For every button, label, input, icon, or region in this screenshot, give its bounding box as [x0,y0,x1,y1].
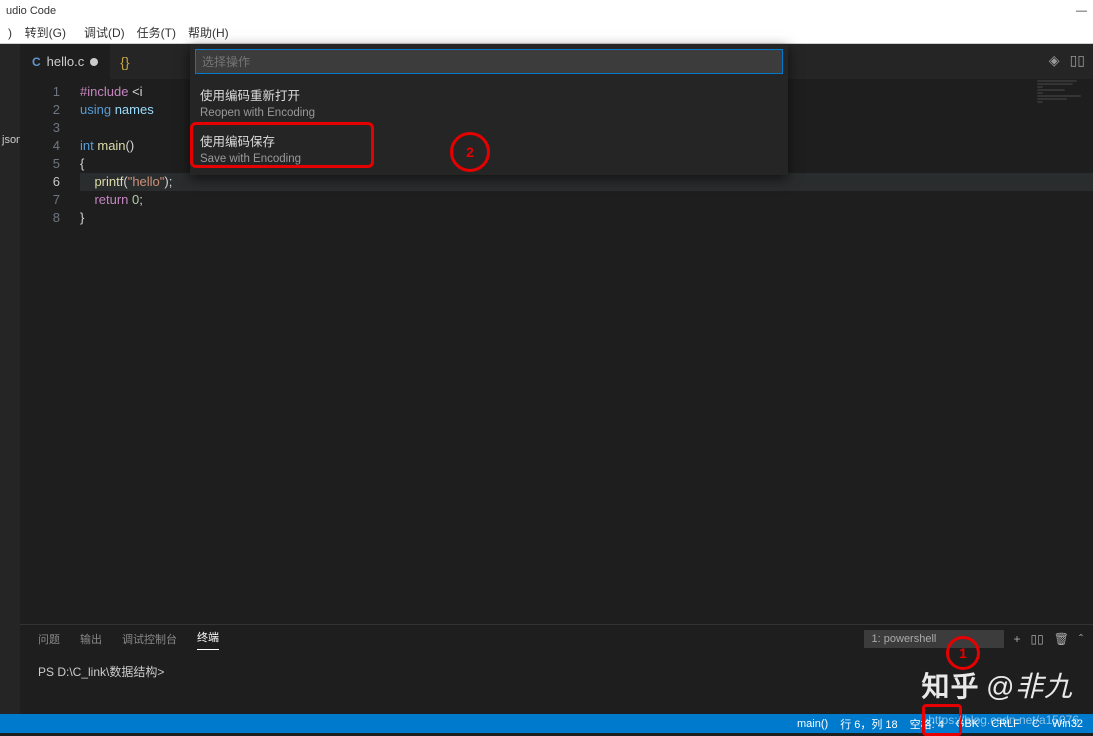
tab-hello-c[interactable]: C hello.c [20,44,110,79]
dirty-indicator-icon [90,58,98,66]
panel-tabs: 问题 输出 调试控制台 终端 1: powershell + ▯▯ 🗑 ˆ [20,625,1093,653]
palette-item-title: 使用编码重新打开 [200,89,778,104]
chevron-up-icon[interactable]: ˆ [1079,632,1083,646]
annotation-circle-1: 1 [946,636,980,670]
window-titlebar: udio Code — [0,0,1093,22]
split-terminal-icon[interactable]: ▯▯ [1031,632,1044,646]
new-terminal-icon[interactable]: + [1014,632,1021,646]
panel-tab-terminal[interactable]: 终端 [197,629,219,650]
menu-help[interactable]: 帮助(H) [182,24,235,41]
terminal-prompt: PS D:\C_link\数据结构> [38,665,164,679]
minimap[interactable] [1033,79,1093,199]
status-func[interactable]: main() [797,718,828,730]
c-file-icon: C [32,55,41,69]
menubar: ) 转到(G) 调试(D) 任务(T) 帮助(H) [0,22,1093,44]
tab-json-icon[interactable]: {} [110,44,139,79]
preview-icon[interactable]: ◈ [1049,52,1060,69]
gutter: 12345678 [20,79,70,624]
terminal-selector[interactable]: 1: powershell [864,630,1004,648]
blog-url: https://blog.csdn.net/a15076 [928,713,1079,727]
panel-tab-problems[interactable]: 问题 [38,631,60,647]
panel-tab-output[interactable]: 输出 [80,631,102,647]
command-palette-input[interactable] [195,49,783,74]
status-position[interactable]: 行 6，列 18 [840,716,897,732]
panel-tab-debug[interactable]: 调试控制台 [122,631,177,647]
menu-tasks[interactable]: 任务(T) [131,24,182,41]
menu-debug[interactable]: 调试(D) [78,24,131,41]
menu-go[interactable]: ) 转到(G) [2,24,78,41]
sidebar: json [0,44,20,714]
palette-item-subtitle: Reopen with Encoding [200,106,778,121]
annotation-circle-2: 2 [450,132,490,172]
split-editor-icon[interactable]: ▯▯ [1070,52,1085,69]
trash-icon[interactable]: 🗑 [1054,632,1069,646]
window-minimize-icon[interactable]: — [1076,5,1087,17]
bottom-panel: 问题 输出 调试控制台 终端 1: powershell + ▯▯ 🗑 ˆ PS… [20,624,1093,714]
window-title: udio Code [6,5,56,17]
braces-icon: {} [120,54,129,70]
tab-filename: hello.c [47,54,85,69]
sidebar-item-json[interactable]: json [0,122,20,158]
annotation-box-2 [190,122,374,168]
